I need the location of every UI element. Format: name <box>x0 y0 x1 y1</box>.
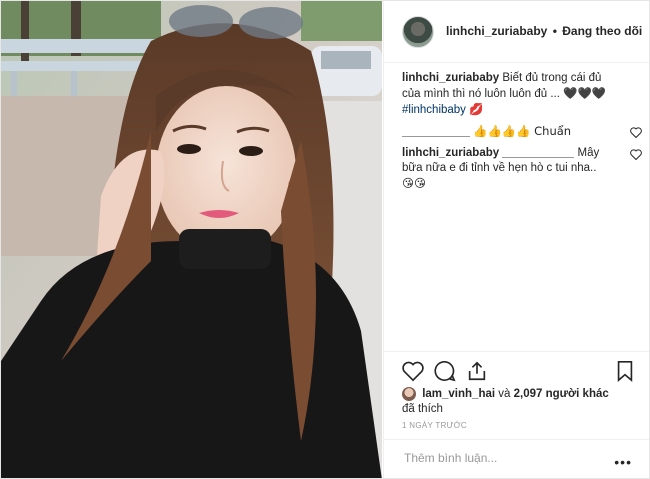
author-avatar[interactable] <box>402 16 434 48</box>
comment-username[interactable]: linhchi_zuriababy <box>402 72 499 84</box>
redacted-mention <box>502 147 575 159</box>
likes-suffix: đã thích <box>402 403 443 416</box>
action-bar <box>384 351 649 387</box>
like-comment-heart-icon[interactable] <box>630 127 642 138</box>
likes-connector: và <box>498 388 511 401</box>
other-likers-count[interactable]: 2,097 người khác <box>514 388 609 400</box>
comment-text: 👍👍👍👍 Chuẩn <box>473 124 572 138</box>
post-header: linhchi_zuriababy • Đang theo dõi <box>384 1 649 63</box>
follow-state-button[interactable]: Đang theo dõi <box>562 24 642 38</box>
post-timestamp[interactable]: 1 NGÀY TRƯỚC <box>402 421 467 430</box>
separator-dot: • <box>552 24 557 38</box>
hashtag-link[interactable]: #linhchibaby <box>402 104 466 116</box>
comment-row: 👍👍👍👍 Chuẩn <box>402 124 642 140</box>
post-side-panel: linhchi_zuriababy • Đang theo dõi linhch… <box>383 1 649 478</box>
liker-avatar[interactable] <box>402 387 416 401</box>
caption-comment: linhchi_zuriababy Biết đủ trong cái đủ c… <box>402 71 638 118</box>
share-icon[interactable] <box>466 360 488 382</box>
post-photo[interactable] <box>1 1 382 478</box>
like-heart-icon[interactable] <box>402 360 424 382</box>
black-hearts-emoji: 🖤🖤🖤 <box>563 86 607 100</box>
like-comment-heart-icon[interactable] <box>630 149 642 160</box>
first-liker-username[interactable]: lam_vinh_hai <box>422 388 495 400</box>
comment-row: linhchi_zuriababy Mây bữa nữa e đi tỉnh … <box>402 146 642 192</box>
author-line: linhchi_zuriababy • Đang theo dõi <box>446 24 642 38</box>
likes-summary: lam_vinh_hai và 2,097 người khác đã thíc… <box>402 387 634 417</box>
comments-list: linhchi_zuriababy Biết đủ trong cái đủ c… <box>402 71 642 198</box>
bookmark-icon[interactable] <box>614 360 636 382</box>
more-options-button[interactable]: ••• <box>614 454 632 470</box>
instagram-post: linhchi_zuriababy • Đang theo dõi linhch… <box>0 0 650 479</box>
kiss-emoji: 💋 <box>469 102 484 116</box>
selfie-photo <box>1 1 382 478</box>
comment-username[interactable]: linhchi_zuriababy <box>402 147 499 159</box>
redacted-username <box>402 126 470 138</box>
kiss-face-emoji: 😘😘 <box>402 176 426 190</box>
comment-composer: ••• <box>384 439 649 478</box>
comment-bubble-icon[interactable] <box>434 360 456 382</box>
author-username[interactable]: linhchi_zuriababy <box>446 24 547 38</box>
add-comment-input[interactable] <box>402 450 606 466</box>
